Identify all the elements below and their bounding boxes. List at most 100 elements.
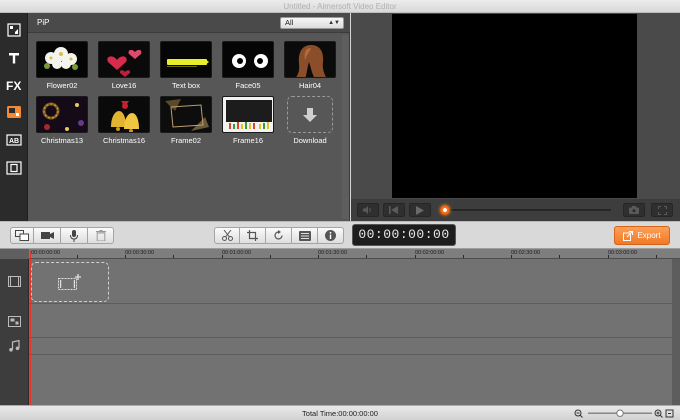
properties-button[interactable] — [318, 227, 344, 244]
tile-label: Christmas13 — [40, 136, 84, 145]
hearts-thumbnail — [98, 41, 150, 78]
transition-icon[interactable]: AB — [4, 130, 24, 150]
snapshot-button[interactable] — [623, 203, 645, 217]
intro-credit-icon[interactable] — [4, 158, 24, 178]
tile-label: Frame16 — [232, 136, 263, 145]
crop-button[interactable] — [240, 227, 266, 244]
media-view-button[interactable] — [10, 227, 34, 244]
ruler-corner — [0, 249, 29, 259]
text-box-thumbnail — [160, 41, 212, 78]
window-title: Untitled - Aimersoft Video Editor — [283, 2, 397, 11]
pip-tile-frame02[interactable]: Frame02 — [160, 96, 212, 145]
timeline-ruler[interactable]: 00:00:00:00 00:00:30:00 00:01:00:00 00:0… — [0, 249, 680, 259]
tile-label: Flower02 — [46, 81, 78, 90]
pip-tile-hair04[interactable]: Hair04 — [284, 41, 336, 90]
export-button[interactable]: Export — [614, 226, 670, 245]
pip-tile-face05[interactable]: Face05 — [222, 41, 274, 90]
record-webcam-button[interactable] — [34, 227, 61, 244]
preview-panel — [351, 13, 680, 221]
tile-label: Face05 — [235, 81, 261, 90]
sidebar: FX AB — [0, 13, 28, 221]
effects-library-panel: PiP All ▲▼ Flower02 Love16 Text box Face… — [28, 13, 350, 221]
video-preview-screen — [392, 14, 637, 198]
pip-tile-frame16[interactable]: Frame16 — [222, 96, 274, 145]
download-arrow-icon — [303, 107, 317, 122]
download-more-button[interactable]: Download — [284, 96, 336, 145]
flower-thumbnail — [36, 41, 88, 78]
pip-track-icon — [8, 316, 21, 329]
pip-icon[interactable] — [4, 102, 24, 122]
dropdown-arrows-icon: ▲▼ — [328, 20, 340, 26]
add-media-icon — [58, 274, 81, 290]
status-bar: Total Time:00:00:00:00 — [0, 405, 680, 420]
svg-text:FX: FX — [6, 79, 21, 91]
timeline-tracks[interactable] — [29, 259, 672, 405]
ruler-tick-label: 00:03:00:00 — [608, 250, 638, 256]
timeline-playhead[interactable] — [30, 251, 31, 405]
library-header: PiP All ▲▼ — [28, 13, 350, 33]
export-label: Export — [637, 231, 661, 240]
volume-icon — [363, 206, 371, 214]
ruler-tick-label: 00:01:30:00 — [318, 250, 348, 256]
rotate-button[interactable] — [266, 227, 292, 244]
play-icon — [416, 205, 424, 215]
record-voice-button[interactable] — [61, 227, 88, 244]
playback-position-knob[interactable] — [440, 205, 450, 215]
text-icon[interactable] — [4, 48, 24, 68]
tile-label: Christmas16 — [102, 136, 146, 145]
tile-label: Download — [293, 136, 327, 145]
pip-tile-christmas13[interactable]: Christmas13 — [36, 96, 88, 145]
window-titlebar: Untitled - Aimersoft Video Editor — [0, 0, 680, 13]
timeline-scrollbar[interactable] — [672, 259, 680, 405]
webcam-icon — [40, 232, 54, 239]
pip-tile-text-box[interactable]: Text box — [160, 41, 212, 90]
fullscreen-icon — [657, 205, 667, 215]
pip-tile-christmas16[interactable]: Christmas16 — [98, 96, 150, 145]
tile-label: Frame02 — [170, 136, 201, 145]
frame-thumbnail — [222, 96, 274, 133]
tile-label: Hair04 — [298, 81, 322, 90]
delete-button[interactable] — [88, 227, 114, 244]
crop-icon — [247, 230, 258, 241]
previous-frame-button[interactable] — [383, 203, 405, 217]
ruler-tick-label: 00:00:30:00 — [125, 250, 155, 256]
dropdown-selected-value: All — [285, 18, 294, 27]
microphone-icon — [70, 229, 78, 242]
export-icon — [623, 230, 634, 241]
ruler-tick-label: 00:01:00:00 — [222, 250, 252, 256]
track-headers — [0, 259, 29, 405]
category-filter-dropdown[interactable]: All ▲▼ — [280, 17, 344, 29]
hair-thumbnail — [284, 41, 336, 78]
playback-progress-track[interactable] — [441, 209, 611, 211]
ruler-tick-label: 00:02:30:00 — [511, 250, 541, 256]
media-drop-zone[interactable] — [31, 262, 109, 302]
timecode-display: 00:00:00:00 — [352, 224, 456, 246]
zoom-out-icon — [574, 409, 583, 418]
adjust-button[interactable] — [292, 227, 318, 244]
timeline-toolbar: 00:00:00:00 Export — [0, 221, 680, 249]
camera-icon — [629, 206, 639, 214]
pip-tile-flower02[interactable]: Flower02 — [36, 41, 88, 90]
volume-button[interactable] — [357, 203, 379, 217]
ruler-tick-label: 00:02:00:00 — [415, 250, 445, 256]
library-scrollbar[interactable] — [342, 35, 349, 219]
svg-text:AB: AB — [9, 138, 19, 145]
previous-frame-icon — [389, 206, 398, 214]
tile-label: Text box — [172, 81, 200, 90]
media-view-icon — [15, 230, 29, 241]
pip-tile-love16[interactable]: Love16 — [98, 41, 150, 90]
fullscreen-button[interactable] — [651, 203, 673, 217]
play-button[interactable] — [409, 203, 431, 217]
trash-icon — [95, 230, 106, 241]
face-thumbnail — [222, 41, 274, 78]
tile-label: Love16 — [111, 81, 137, 90]
library-category-label: PiP — [37, 18, 50, 27]
christmas-bells-thumbnail — [98, 96, 150, 133]
fx-icon[interactable]: FX — [4, 75, 24, 95]
split-button[interactable] — [214, 227, 240, 244]
frame-thumbnail — [160, 96, 212, 133]
download-placeholder — [287, 96, 333, 133]
media-library-icon[interactable] — [4, 20, 24, 40]
info-icon — [325, 230, 336, 241]
music-track-icon — [9, 339, 20, 354]
